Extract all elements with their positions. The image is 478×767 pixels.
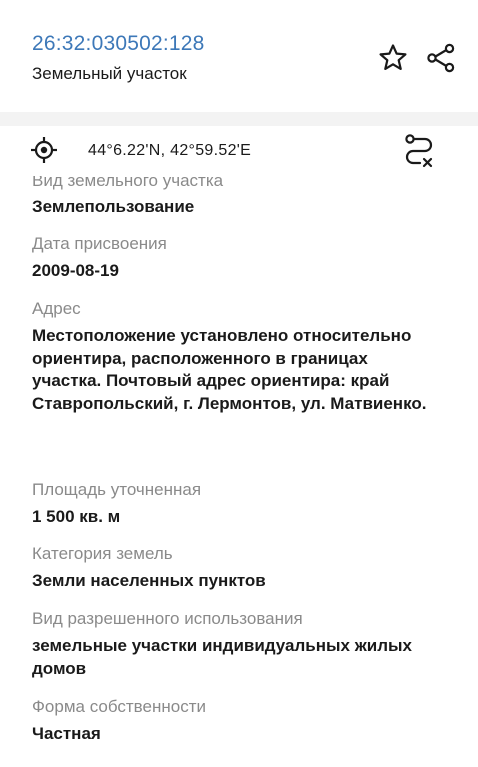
field-label: Адрес xyxy=(32,299,81,318)
field-value: земельные участки индивидуальных жилых д… xyxy=(32,636,412,678)
coordinates-text[interactable]: 44°6.22'N, 42°59.52'E xyxy=(88,142,251,160)
object-type: Земельный участок xyxy=(32,64,187,83)
header: 26:32:030502:128 Земельный участок xyxy=(0,0,478,108)
target-icon[interactable] xyxy=(30,136,58,164)
star-icon xyxy=(379,44,407,70)
section-divider xyxy=(0,112,478,126)
cadastral-number[interactable]: 26:32:030502:128 xyxy=(32,32,205,56)
field-assignment-date: Дата присвоения 2009-08-19 xyxy=(32,233,452,283)
field-label: Категория земель xyxy=(32,544,173,563)
field-value: Частная xyxy=(32,724,101,743)
field-value: 1 500 кв. м xyxy=(32,507,121,526)
field-land-kind: Землепользование xyxy=(32,196,452,219)
field-label: Дата присвоения xyxy=(32,234,167,253)
field-value: Местоположение установлено относительно … xyxy=(32,326,427,413)
field-label: Площадь уточненная xyxy=(32,480,202,499)
favorite-button[interactable] xyxy=(376,41,410,75)
field-value-land-kind: Землепользование xyxy=(32,197,195,216)
coordinates-bar: 44°6.22'N, 42°59.52'E xyxy=(0,126,478,176)
field-value: 2009-08-19 xyxy=(32,261,119,280)
share-button[interactable] xyxy=(424,41,458,75)
field-ownership: Форма собственности Частная xyxy=(32,696,452,746)
field-permitted-use: Вид разрешенного использования земельные… xyxy=(32,608,452,680)
field-label-land-kind: Вид земельного участка xyxy=(32,176,224,190)
field-area: Площадь уточненная 1 500 кв. м xyxy=(32,479,452,529)
details-list[interactable]: Вид земельного участка Землепользование … xyxy=(0,176,478,767)
field-label: Форма собственности xyxy=(32,697,206,716)
field-label: Вид разрешенного использования xyxy=(32,609,303,628)
field-address: Адрес Местоположение установлено относит… xyxy=(32,298,452,415)
field-land-category: Категория земель Земли населенных пункто… xyxy=(32,543,452,593)
share-icon xyxy=(427,43,455,73)
route-icon[interactable] xyxy=(402,132,436,170)
field-value: Земли населенных пунктов xyxy=(32,571,266,590)
